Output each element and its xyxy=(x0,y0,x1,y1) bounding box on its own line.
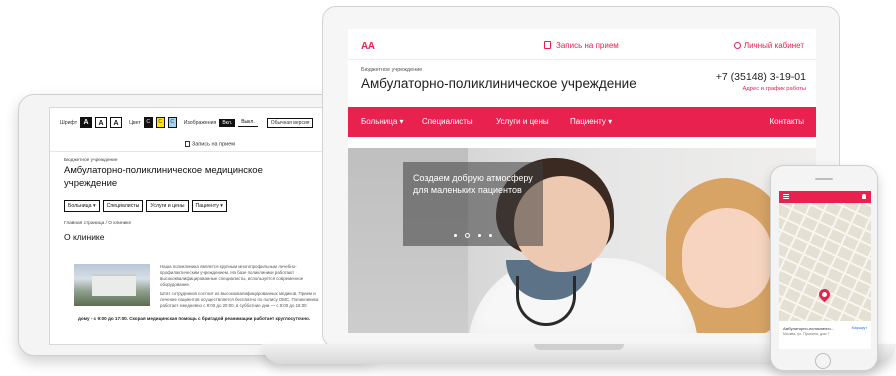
hero-slider[interactable]: Создаем добрую атмосферу для маленьких п… xyxy=(348,148,816,333)
map-pin-icon[interactable] xyxy=(816,286,833,303)
laptop-screen: AA Запись на прием Личный кабинет Бюджет… xyxy=(348,29,816,333)
home-button[interactable] xyxy=(815,353,831,369)
nav-item-services[interactable]: Услуги и цены xyxy=(496,117,549,126)
color-label: Цвет xyxy=(129,119,141,126)
font-size-label: Шрифт xyxy=(60,119,78,126)
font-size-small-button[interactable]: A xyxy=(80,117,93,128)
address-link[interactable]: Адрес и график работы xyxy=(743,86,806,92)
slider-dot[interactable] xyxy=(489,234,492,237)
location-address: Москва, ул. Пушкина, дом 7 xyxy=(783,332,830,336)
cabinet-label: Личный кабинет xyxy=(743,41,804,50)
slider-dot-active[interactable] xyxy=(465,233,470,238)
location-card[interactable]: Амбулаторно-поликлинич... Москва, ул. Пу… xyxy=(779,321,871,349)
phone-screen: Амбулаторно-поликлинич... Москва, ул. Пу… xyxy=(779,191,871,349)
nav-item-patient[interactable]: Пациенту ▾ xyxy=(570,117,612,126)
user-icon xyxy=(733,42,741,49)
color-scheme-black-button[interactable]: C xyxy=(143,117,153,128)
divider xyxy=(348,59,816,60)
normal-version-button[interactable]: Обычная версия xyxy=(266,117,314,128)
site-title: Амбулаторно-поликлиническое учреждение xyxy=(361,76,637,91)
appointment-label: Запись на прием xyxy=(191,141,236,148)
color-scheme-yellow-button[interactable]: C xyxy=(155,117,165,128)
mobile-header xyxy=(779,191,871,203)
menu-icon[interactable] xyxy=(783,194,789,199)
nav-item-hospital[interactable]: Больница ▾ xyxy=(64,200,100,213)
header: Бюджетное учреждение Амбулаторно-поликли… xyxy=(348,63,816,107)
font-size-large-button[interactable]: A xyxy=(110,117,123,128)
map-view[interactable] xyxy=(779,203,871,321)
calendar-icon xyxy=(184,141,190,147)
devices-showcase: Шрифт A A A Цвет C C C Изображения Вкл. … xyxy=(0,0,896,376)
color-scheme-blue-button[interactable]: C xyxy=(167,117,177,128)
slider-pagination xyxy=(454,233,492,238)
budget-label: Бюджетное учреждение xyxy=(361,67,423,73)
location-title: Амбулаторно-поликлинич... xyxy=(783,326,835,331)
phone-speaker xyxy=(815,178,833,180)
appointment-label: Запись на прием xyxy=(556,41,619,50)
site-title: Амбулаторно-поликлиническое медицинское … xyxy=(64,165,263,190)
calendar-icon xyxy=(544,41,551,49)
font-size-medium-button[interactable]: A xyxy=(95,117,108,128)
paragraph: Наша поликлиника является крупным многоп… xyxy=(160,264,304,288)
nav-item-patient[interactable]: Пациенту ▾ xyxy=(191,200,227,213)
appointment-link[interactable]: Запись на прием xyxy=(544,41,619,50)
top-bar: AA Запись на прием Личный кабинет xyxy=(348,29,816,63)
user-icon[interactable] xyxy=(862,194,866,199)
images-off-button[interactable]: Выкл. xyxy=(238,118,258,127)
clinic-building-photo xyxy=(74,264,150,307)
laptop-notch xyxy=(534,344,624,350)
content-text: Наша поликлиника является крупным многоп… xyxy=(160,264,330,312)
nav-item-specialists[interactable]: Специалисты xyxy=(102,200,144,213)
main-nav: Больница ▾ Специалисты Услуги и цены Пац… xyxy=(348,107,816,137)
slider-dot[interactable] xyxy=(478,234,481,237)
hero-photo-child-face xyxy=(682,208,772,308)
phone-device: Амбулаторно-поликлинич... Москва, ул. Пу… xyxy=(770,165,878,371)
site-logo[interactable]: AA xyxy=(361,41,375,52)
personal-cabinet-link[interactable]: Личный кабинет xyxy=(733,41,804,50)
images-on-button[interactable]: Вкл. xyxy=(219,118,236,127)
nav-item-services[interactable]: Услуги и цены xyxy=(146,200,189,213)
nav-item-hospital[interactable]: Больница ▾ xyxy=(361,117,404,126)
slider-dot[interactable] xyxy=(454,234,457,237)
nav-item-contacts[interactable]: Контакты xyxy=(769,117,804,126)
laptop-device: AA Запись на прием Личный кабинет Бюджет… xyxy=(322,6,840,348)
phone-number[interactable]: +7 (35148) 3-19-01 xyxy=(716,71,806,83)
hero-caption-text: Создаем добрую атмосферу для маленьких п… xyxy=(413,173,533,195)
nav-item-specialists[interactable]: Специалисты xyxy=(422,117,473,126)
images-label: Изображения xyxy=(183,119,217,126)
route-button[interactable]: Маршрут xyxy=(852,326,867,330)
paragraph: Штат сотрудников состоит из высококвалиф… xyxy=(160,291,319,309)
